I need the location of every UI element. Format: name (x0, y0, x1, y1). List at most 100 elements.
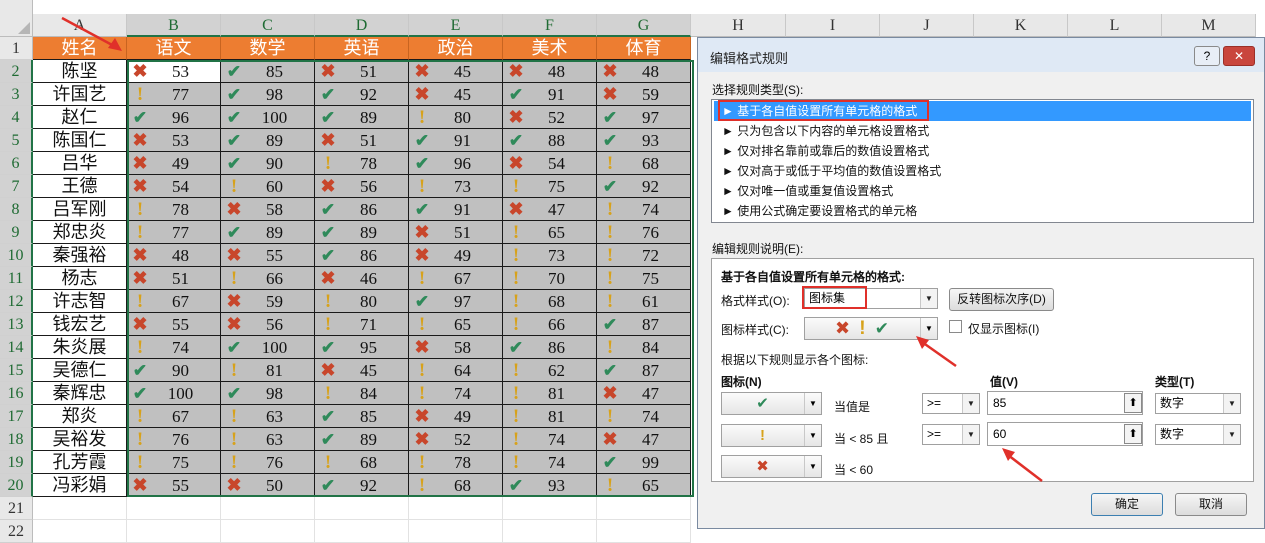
score-cell[interactable]: ! 74 (597, 198, 691, 221)
score-cell[interactable]: ✖ 55 (127, 313, 221, 336)
name-cell[interactable]: 吕军刚 (33, 198, 127, 221)
score-cell[interactable]: ! 80 (409, 106, 503, 129)
range-select-icon[interactable]: ⬆ (1124, 424, 1142, 444)
rule-type-item[interactable]: ► 只为包含以下内容的单元格设置格式 (714, 121, 1251, 141)
score-cell[interactable]: ! 68 (597, 152, 691, 175)
rule-icon-select-3[interactable]: ✖ ▼ (721, 455, 822, 478)
empty-cell[interactable] (127, 520, 221, 543)
score-cell[interactable]: ✖ 49 (409, 244, 503, 267)
score-cell[interactable]: ✖ 48 (597, 60, 691, 83)
score-cell[interactable]: ✖ 59 (221, 290, 315, 313)
score-cell[interactable]: ! 80 (315, 290, 409, 313)
table-header-cell[interactable]: 数学 (221, 37, 315, 60)
rule-type-item[interactable]: ► 仅对唯一值或重复值设置格式 (714, 181, 1251, 201)
score-cell[interactable]: ✔ 91 (503, 83, 597, 106)
rule-icon-select-2[interactable]: ! ▼ (721, 424, 822, 447)
score-cell[interactable]: ✔ 95 (315, 336, 409, 359)
help-button[interactable]: ? (1194, 46, 1220, 66)
score-cell[interactable]: ✖ 55 (221, 244, 315, 267)
column-header[interactable]: F (503, 14, 597, 37)
empty-cell[interactable] (409, 520, 503, 543)
name-cell[interactable]: 郑忠炎 (33, 221, 127, 244)
empty-cell[interactable] (597, 497, 691, 520)
score-cell[interactable]: ✔ 92 (315, 474, 409, 497)
score-cell[interactable]: ! 70 (503, 267, 597, 290)
name-cell[interactable]: 许志智 (33, 290, 127, 313)
row-header[interactable]: 9 (0, 221, 33, 244)
row-header[interactable]: 11 (0, 267, 33, 290)
score-cell[interactable]: ✔ 86 (315, 198, 409, 221)
empty-cell[interactable] (503, 497, 597, 520)
score-cell[interactable]: ! 61 (597, 290, 691, 313)
score-cell[interactable]: ! 68 (315, 451, 409, 474)
name-cell[interactable]: 吴德仁 (33, 359, 127, 382)
name-cell[interactable]: 冯彩娟 (33, 474, 127, 497)
empty-cell[interactable] (315, 520, 409, 543)
score-cell[interactable]: ✖ 55 (127, 474, 221, 497)
score-cell[interactable]: ✖ 45 (409, 83, 503, 106)
score-cell[interactable]: ! 76 (127, 428, 221, 451)
name-cell[interactable]: 陈国仁 (33, 129, 127, 152)
score-cell[interactable]: ✖ 53 (127, 60, 221, 83)
rule-type-item[interactable]: ► 基于各自值设置所有单元格的格式 (714, 101, 1251, 121)
row-header[interactable]: 16 (0, 382, 33, 405)
column-header[interactable]: G (597, 14, 691, 37)
name-cell[interactable]: 朱炎展 (33, 336, 127, 359)
row-header[interactable]: 5 (0, 129, 33, 152)
table-header-cell[interactable]: 美术 (503, 37, 597, 60)
column-header[interactable]: D (315, 14, 409, 37)
score-cell[interactable]: ✔ 89 (315, 221, 409, 244)
score-cell[interactable]: ✔ 89 (221, 221, 315, 244)
table-header-cell[interactable]: 体育 (597, 37, 691, 60)
score-cell[interactable]: ✖ 51 (315, 129, 409, 152)
empty-cell[interactable] (221, 497, 315, 520)
row-header[interactable]: 19 (0, 451, 33, 474)
table-header-cell[interactable]: 语文 (127, 37, 221, 60)
score-cell[interactable]: ✔ 100 (221, 336, 315, 359)
score-cell[interactable]: ✖ 47 (597, 382, 691, 405)
score-cell[interactable]: ! 75 (127, 451, 221, 474)
column-header[interactable]: I (786, 14, 880, 37)
row-header[interactable]: 8 (0, 198, 33, 221)
empty-cell[interactable] (503, 520, 597, 543)
score-cell[interactable]: ✔ 85 (315, 405, 409, 428)
score-cell[interactable]: ! 74 (503, 451, 597, 474)
score-cell[interactable]: ✖ 51 (127, 267, 221, 290)
row-header[interactable]: 22 (0, 520, 33, 543)
score-cell[interactable]: ! 65 (503, 221, 597, 244)
score-cell[interactable]: ✔ 96 (127, 106, 221, 129)
score-cell[interactable]: ✔ 93 (597, 129, 691, 152)
name-cell[interactable]: 杨志 (33, 267, 127, 290)
score-cell[interactable]: ! 75 (597, 267, 691, 290)
score-cell[interactable]: ! 84 (597, 336, 691, 359)
name-cell[interactable]: 赵仁 (33, 106, 127, 129)
score-cell[interactable]: ✔ 92 (597, 175, 691, 198)
table-header-cell[interactable]: 政治 (409, 37, 503, 60)
rule-type-item[interactable]: ► 使用公式确定要设置格式的单元格 (714, 201, 1251, 221)
score-cell[interactable]: ✖ 51 (409, 221, 503, 244)
score-cell[interactable]: ✖ 51 (315, 60, 409, 83)
score-cell[interactable]: ! 78 (409, 451, 503, 474)
score-cell[interactable]: ! 71 (315, 313, 409, 336)
score-cell[interactable]: ✖ 45 (315, 359, 409, 382)
score-cell[interactable]: ✔ 93 (503, 474, 597, 497)
ok-button[interactable]: 确定 (1091, 493, 1163, 516)
score-cell[interactable]: ✖ 48 (503, 60, 597, 83)
score-cell[interactable]: ! 74 (409, 382, 503, 405)
empty-cell[interactable] (33, 497, 127, 520)
row-header[interactable]: 1 (0, 37, 33, 60)
name-cell[interactable]: 陈坚 (33, 60, 127, 83)
score-cell[interactable]: ! 73 (503, 244, 597, 267)
column-header[interactable]: B (127, 14, 221, 37)
row-header[interactable]: 10 (0, 244, 33, 267)
score-cell[interactable]: ! 74 (597, 405, 691, 428)
score-cell[interactable]: ! 81 (221, 359, 315, 382)
score-cell[interactable]: ! 76 (597, 221, 691, 244)
score-cell[interactable]: ✔ 99 (597, 451, 691, 474)
score-cell[interactable]: ! 73 (409, 175, 503, 198)
name-cell[interactable]: 许国艺 (33, 83, 127, 106)
score-cell[interactable]: ✔ 89 (221, 129, 315, 152)
score-cell[interactable]: ✔ 97 (597, 106, 691, 129)
score-cell[interactable]: ! 67 (409, 267, 503, 290)
rule-type-item[interactable]: ► 仅对排名靠前或靠后的数值设置格式 (714, 141, 1251, 161)
